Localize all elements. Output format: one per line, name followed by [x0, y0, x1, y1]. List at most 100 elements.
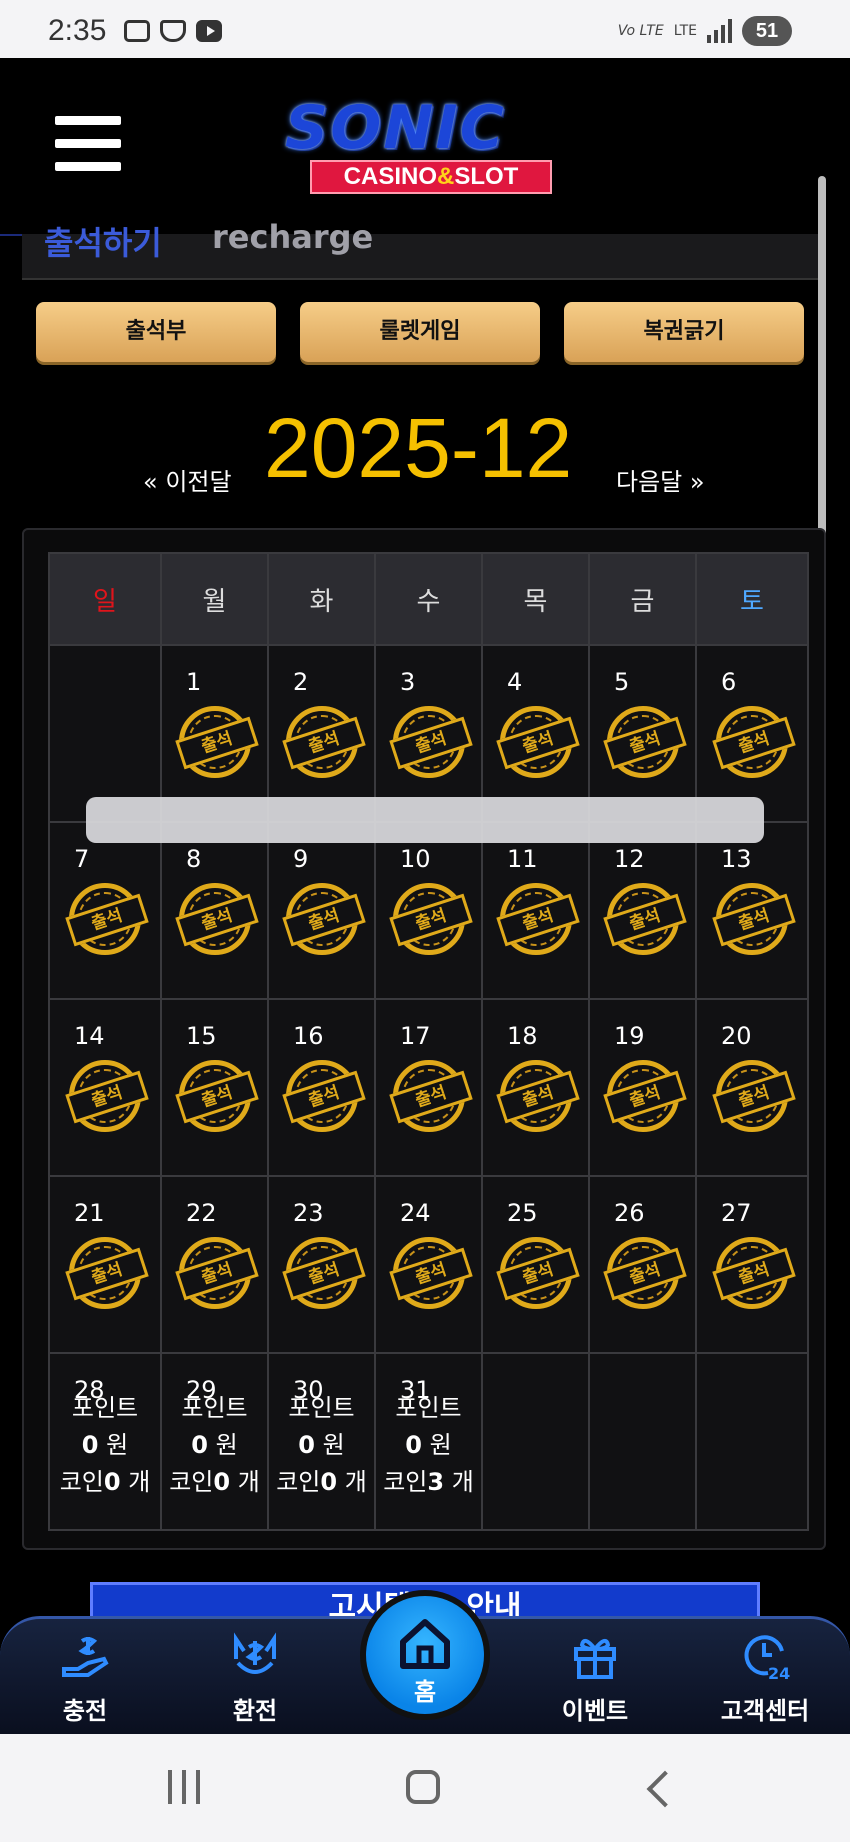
calendar-cell: 2 출석: [267, 644, 376, 823]
attendance-stamp-icon: 출석: [65, 1237, 149, 1309]
calendar-cell: 4 출석: [481, 644, 590, 823]
calendar-cell: 22 출석: [160, 1175, 269, 1354]
calendar-cell-empty: [695, 1352, 809, 1531]
calendar-cell-points: 29 포인트 0 원 코인0 개: [160, 1352, 269, 1531]
calendar-cell-points: 28 포인트 0 원 코인0 개: [48, 1352, 162, 1531]
calendar-cell: 23 출석: [267, 1175, 376, 1354]
recent-apps-icon[interactable]: [168, 1770, 200, 1804]
logo-subtitle: CASINO&SLOT: [310, 160, 552, 194]
calendar-cell: 5 출석: [588, 644, 697, 823]
youtube-icon: [196, 20, 222, 42]
attendance-stamp-icon: 출석: [174, 1237, 259, 1309]
attendance-stamp-icon: 출석: [388, 1060, 473, 1132]
roulette-button[interactable]: 룰렛게임: [300, 302, 540, 362]
section-title-ko: 출석하기: [44, 224, 162, 262]
calendar-cell: 19 출석: [588, 998, 697, 1177]
attendance-stamp-icon: 출석: [712, 706, 796, 778]
calendar-cell-points: 31 포인트 0 원 코인3 개: [374, 1352, 483, 1531]
weekday-fri: 금: [588, 552, 697, 646]
attendance-stamp-icon: 출석: [388, 883, 473, 955]
calendar-cell: 26 출석: [588, 1175, 697, 1354]
section-title-en: recharge: [212, 218, 374, 256]
lottery-button[interactable]: 복권긁기: [564, 302, 804, 362]
signal-icon: [707, 19, 732, 43]
attendance-stamp-icon: 출석: [281, 1237, 366, 1309]
calendar-cell: 11 출석: [481, 821, 590, 1000]
attendance-stamp-icon: 출석: [602, 706, 687, 778]
calendar-cell: 3 출석: [374, 644, 483, 823]
battery-icon: 51: [742, 16, 792, 46]
calendar-cell: 12 출석: [588, 821, 697, 1000]
point-summary: 포인트 0 원 코인0 개: [169, 1394, 260, 1496]
section-title-fragment: 출석하기 recharge: [22, 218, 826, 280]
site-logo[interactable]: SONIC CASINO&SLOT: [285, 96, 575, 196]
volte-indicator: Vo LTE: [617, 23, 664, 39]
screenshot-icon: [124, 20, 150, 42]
nav-charge[interactable]: 충전: [20, 1629, 150, 1726]
nav-exchange[interactable]: 환전: [190, 1629, 320, 1726]
calendar-cell: 7 출석: [48, 821, 162, 1000]
weekday-wed: 수: [374, 552, 483, 646]
lte-indicator: LTE: [673, 22, 697, 39]
exchange-hands-icon: [228, 1629, 282, 1683]
weekday-thu: 목: [481, 552, 590, 646]
attendance-stamp-icon: 출석: [495, 883, 580, 955]
deposit-hand-icon: [58, 1629, 112, 1683]
next-month-link[interactable]: 다음달 »: [616, 462, 705, 497]
weekday-tue: 화: [267, 552, 376, 646]
calendar-cell: 8 출석: [160, 821, 269, 1000]
app-header: SONIC CASINO&SLOT: [0, 58, 820, 236]
attendance-stamp-icon: 출석: [65, 1060, 149, 1132]
status-time: 2:35: [48, 14, 107, 47]
attendance-stamp-icon: 출석: [712, 883, 796, 955]
logo-title: SONIC: [285, 93, 506, 163]
nav-event[interactable]: 이벤트: [530, 1629, 660, 1726]
attendance-stamp-icon: 출석: [388, 706, 473, 778]
calendar-cell: 24 출석: [374, 1175, 483, 1354]
point-summary: 포인트 0 원 코인0 개: [276, 1394, 367, 1496]
calendar-cell: 9 출석: [267, 821, 376, 1000]
menu-icon[interactable]: [55, 116, 121, 174]
current-month: 2025-12: [264, 401, 573, 495]
attendance-stamp-icon: 출석: [65, 883, 149, 955]
toast-overlay: [86, 797, 764, 843]
calendar-cell: 15 출석: [160, 998, 269, 1177]
attendance-stamp-icon: 출석: [495, 706, 580, 778]
weekday-sat: 토: [695, 552, 809, 646]
calendar-cell-empty: [588, 1352, 697, 1531]
attendance-stamp-icon: 출석: [281, 1060, 366, 1132]
weekday-sun: 일: [48, 552, 162, 646]
attendance-stamp-icon: 출석: [388, 1237, 473, 1309]
back-icon[interactable]: [646, 1770, 684, 1808]
calendar-cell: 25 출석: [481, 1175, 590, 1354]
notification-icons: [124, 20, 222, 42]
attendance-stamp-icon: 출석: [602, 883, 687, 955]
attendance-stamp-icon: 출석: [281, 706, 366, 778]
calendar-cell: 13 출석: [695, 821, 809, 1000]
attendance-stamp-icon: 출석: [281, 883, 366, 955]
attendance-stamp-icon: 출석: [495, 1060, 580, 1132]
calendar-cell: 1 출석: [160, 644, 269, 823]
calendar-cell-empty: [481, 1352, 590, 1531]
nav-support[interactable]: 24 고객센터: [700, 1629, 830, 1726]
nav-home[interactable]: 홈: [360, 1590, 490, 1720]
calendar-cell: 21 출석: [48, 1175, 162, 1354]
attendance-stamp-icon: 출석: [495, 1237, 580, 1309]
system-nav-bar: [0, 1734, 850, 1842]
attendance-stamp-icon: 출석: [712, 1060, 796, 1132]
attendance-stamp-icon: 출석: [712, 1237, 796, 1309]
point-summary: 포인트 0 원 코인0 개: [59, 1394, 151, 1496]
calendar-cell: 17 출석: [374, 998, 483, 1177]
month-navigation: « 이전달 2025-12 다음달 »: [0, 400, 850, 500]
calendar-cell: 27 출석: [695, 1175, 809, 1354]
home-icon: [400, 1619, 450, 1669]
calendar-panel: 일 월 화 수 목 금 토 1 출석 2 출석 3 출석 4 출석 5 출석 6 출석 7출…: [22, 528, 826, 1550]
attendance-button[interactable]: 출석부: [36, 302, 276, 362]
point-summary: 포인트 0 원 코인3 개: [383, 1394, 474, 1496]
attendance-stamp-icon: 출석: [174, 1060, 259, 1132]
calendar-cell-empty: [48, 644, 162, 823]
prev-month-link[interactable]: « 이전달: [143, 462, 232, 497]
weekday-mon: 월: [160, 552, 269, 646]
gift-icon: [568, 1629, 622, 1683]
system-home-icon[interactable]: [406, 1770, 440, 1804]
